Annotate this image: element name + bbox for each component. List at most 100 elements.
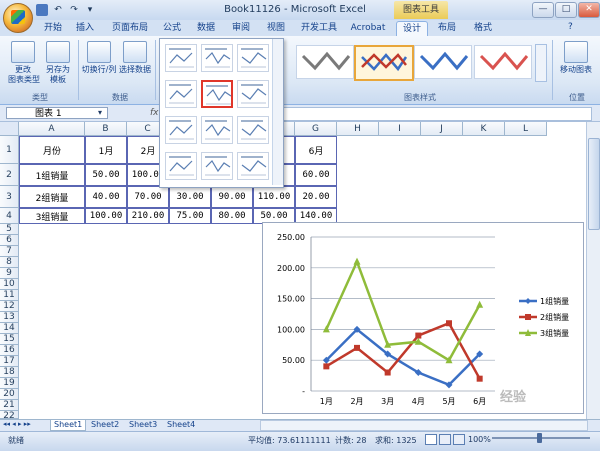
row-header-12[interactable]: 12 bbox=[0, 301, 19, 312]
row-header-10[interactable]: 10 bbox=[0, 279, 19, 290]
tab-insert[interactable]: 插入 bbox=[70, 21, 100, 36]
data-cell[interactable]: 30.00 bbox=[169, 186, 211, 208]
name-box[interactable]: 图表 1 bbox=[6, 107, 108, 119]
chart-layout-8[interactable] bbox=[201, 116, 233, 144]
row-header-9[interactable]: 9 bbox=[0, 268, 19, 279]
sheet-tab-3[interactable]: Sheet3 bbox=[126, 420, 160, 430]
tab-design[interactable]: 设计 bbox=[396, 21, 428, 37]
switch-row-column-button[interactable]: 切换行/列 bbox=[80, 41, 118, 75]
chart-layout-4[interactable] bbox=[165, 80, 197, 108]
tab-data[interactable]: 数据 bbox=[192, 21, 220, 36]
sheet-tab-2[interactable]: Sheet2 bbox=[88, 420, 122, 430]
chart-style-4[interactable] bbox=[474, 45, 532, 79]
row-header-4[interactable]: 4 bbox=[0, 208, 19, 224]
tab-formulas[interactable]: 公式 bbox=[158, 21, 186, 36]
normal-view-icon[interactable] bbox=[425, 434, 437, 445]
maximize-button[interactable]: □ bbox=[555, 2, 577, 18]
header-cell[interactable]: 1月 bbox=[85, 136, 127, 164]
column-header-L[interactable]: L bbox=[505, 122, 547, 136]
tab-developer[interactable]: 开发工具 bbox=[297, 21, 341, 36]
change-chart-type-button[interactable]: 更改 图表类型 bbox=[8, 41, 40, 85]
row-header-11[interactable]: 11 bbox=[0, 290, 19, 301]
tab-acrobat[interactable]: Acrobat bbox=[348, 21, 388, 36]
minimize-button[interactable]: — bbox=[532, 2, 554, 18]
chart-layout-12[interactable] bbox=[237, 152, 269, 180]
data-cell[interactable]: 50.00 bbox=[85, 164, 127, 186]
help-icon[interactable]: ? bbox=[568, 22, 573, 32]
data-cell[interactable]: 110.00 bbox=[253, 186, 295, 208]
column-header-A[interactable]: A bbox=[19, 122, 85, 136]
page-break-view-icon[interactable] bbox=[453, 434, 465, 445]
tab-home[interactable]: 开始 bbox=[38, 21, 68, 36]
name-box-dropdown-icon[interactable]: ▾ bbox=[98, 108, 102, 117]
data-cell[interactable]: 210.00 bbox=[127, 208, 169, 224]
row-header-18[interactable]: 18 bbox=[0, 367, 19, 378]
chart-layout-gallery[interactable] bbox=[159, 38, 284, 188]
row-header-15[interactable]: 15 bbox=[0, 334, 19, 345]
sheet-nav-arrows-icon[interactable]: ◂◂ ◂ ▸ ▸▸ bbox=[3, 420, 31, 428]
row-header-21[interactable]: 21 bbox=[0, 400, 19, 411]
tab-review[interactable]: 审阅 bbox=[227, 21, 255, 36]
data-cell[interactable]: 40.00 bbox=[85, 186, 127, 208]
row-header-14[interactable]: 14 bbox=[0, 323, 19, 334]
row-header-1[interactable]: 1 bbox=[0, 136, 19, 164]
column-header-B[interactable]: B bbox=[85, 122, 127, 136]
data-cell[interactable]: 100.00 bbox=[85, 208, 127, 224]
horizontal-scrollbar[interactable] bbox=[260, 420, 588, 431]
data-cell[interactable]: 90.00 bbox=[211, 186, 253, 208]
tab-layout[interactable]: 布局 bbox=[432, 21, 462, 36]
fx-icon[interactable]: fx bbox=[150, 108, 159, 118]
chart-layout-2[interactable] bbox=[201, 44, 233, 72]
data-cell[interactable]: 1组销量 bbox=[19, 164, 85, 186]
row-header-17[interactable]: 17 bbox=[0, 356, 19, 367]
row-header-3[interactable]: 3 bbox=[0, 186, 19, 208]
sheet-tab-4[interactable]: Sheet4 bbox=[164, 420, 198, 430]
vertical-scroll-thumb[interactable] bbox=[588, 138, 600, 230]
office-button[interactable] bbox=[3, 3, 33, 33]
row-header-6[interactable]: 6 bbox=[0, 235, 19, 246]
select-all-corner[interactable] bbox=[0, 122, 19, 136]
data-cell[interactable]: 3组销量 bbox=[19, 208, 85, 224]
data-cell[interactable]: 80.00 bbox=[211, 208, 253, 224]
tab-view[interactable]: 视图 bbox=[262, 21, 290, 36]
data-cell[interactable]: 2组销量 bbox=[19, 186, 85, 208]
row-header-7[interactable]: 7 bbox=[0, 246, 19, 257]
chart-layout-11[interactable] bbox=[201, 152, 233, 180]
gallery-scrollbar[interactable] bbox=[272, 39, 283, 185]
data-cell[interactable]: 70.00 bbox=[127, 186, 169, 208]
row-header-22[interactable]: 22 bbox=[0, 411, 19, 421]
chart-style-2[interactable] bbox=[354, 45, 414, 81]
column-header-I[interactable]: I bbox=[379, 122, 421, 136]
zoom-slider-thumb[interactable] bbox=[537, 433, 542, 443]
tab-page-layout[interactable]: 页面布局 bbox=[105, 21, 155, 36]
column-header-J[interactable]: J bbox=[421, 122, 463, 136]
zoom-level[interactable]: 100% bbox=[468, 435, 491, 444]
header-cell[interactable]: 月份 bbox=[19, 136, 85, 164]
page-layout-view-icon[interactable] bbox=[439, 434, 451, 445]
chart-layout-1[interactable] bbox=[165, 44, 197, 72]
chart-style-1[interactable] bbox=[296, 45, 354, 79]
chart-layout-5[interactable] bbox=[201, 80, 233, 108]
row-header-2[interactable]: 2 bbox=[0, 164, 19, 186]
tab-format[interactable]: 格式 bbox=[468, 21, 498, 36]
redo-icon[interactable]: ↷ bbox=[68, 4, 80, 16]
chart-layout-7[interactable] bbox=[165, 116, 197, 144]
data-cell[interactable]: 60.00 bbox=[295, 164, 337, 186]
chart-layout-9[interactable] bbox=[237, 116, 269, 144]
data-cell[interactable]: 75.00 bbox=[169, 208, 211, 224]
chart-layout-6[interactable] bbox=[237, 80, 269, 108]
row-header-5[interactable]: 5 bbox=[0, 224, 19, 235]
row-header-16[interactable]: 16 bbox=[0, 345, 19, 356]
line-chart[interactable]: 250.00 200.00 150.00 100.00 50.00 - 1月 2月 3月 4月 5月… bbox=[262, 222, 584, 414]
sheet-tab-1[interactable]: Sheet1 bbox=[50, 420, 87, 431]
row-header-20[interactable]: 20 bbox=[0, 389, 19, 400]
column-header-G[interactable]: G bbox=[295, 122, 337, 136]
close-button[interactable]: ✕ bbox=[578, 2, 600, 18]
styles-scroll-more[interactable] bbox=[535, 44, 547, 82]
move-chart-button[interactable]: 移动图表 bbox=[555, 41, 597, 75]
row-header-13[interactable]: 13 bbox=[0, 312, 19, 323]
data-cell[interactable]: 20.00 bbox=[295, 186, 337, 208]
row-header-8[interactable]: 8 bbox=[0, 257, 19, 268]
qat-dropdown-icon[interactable]: ▾ bbox=[84, 4, 96, 16]
chart-layout-10[interactable] bbox=[165, 152, 197, 180]
